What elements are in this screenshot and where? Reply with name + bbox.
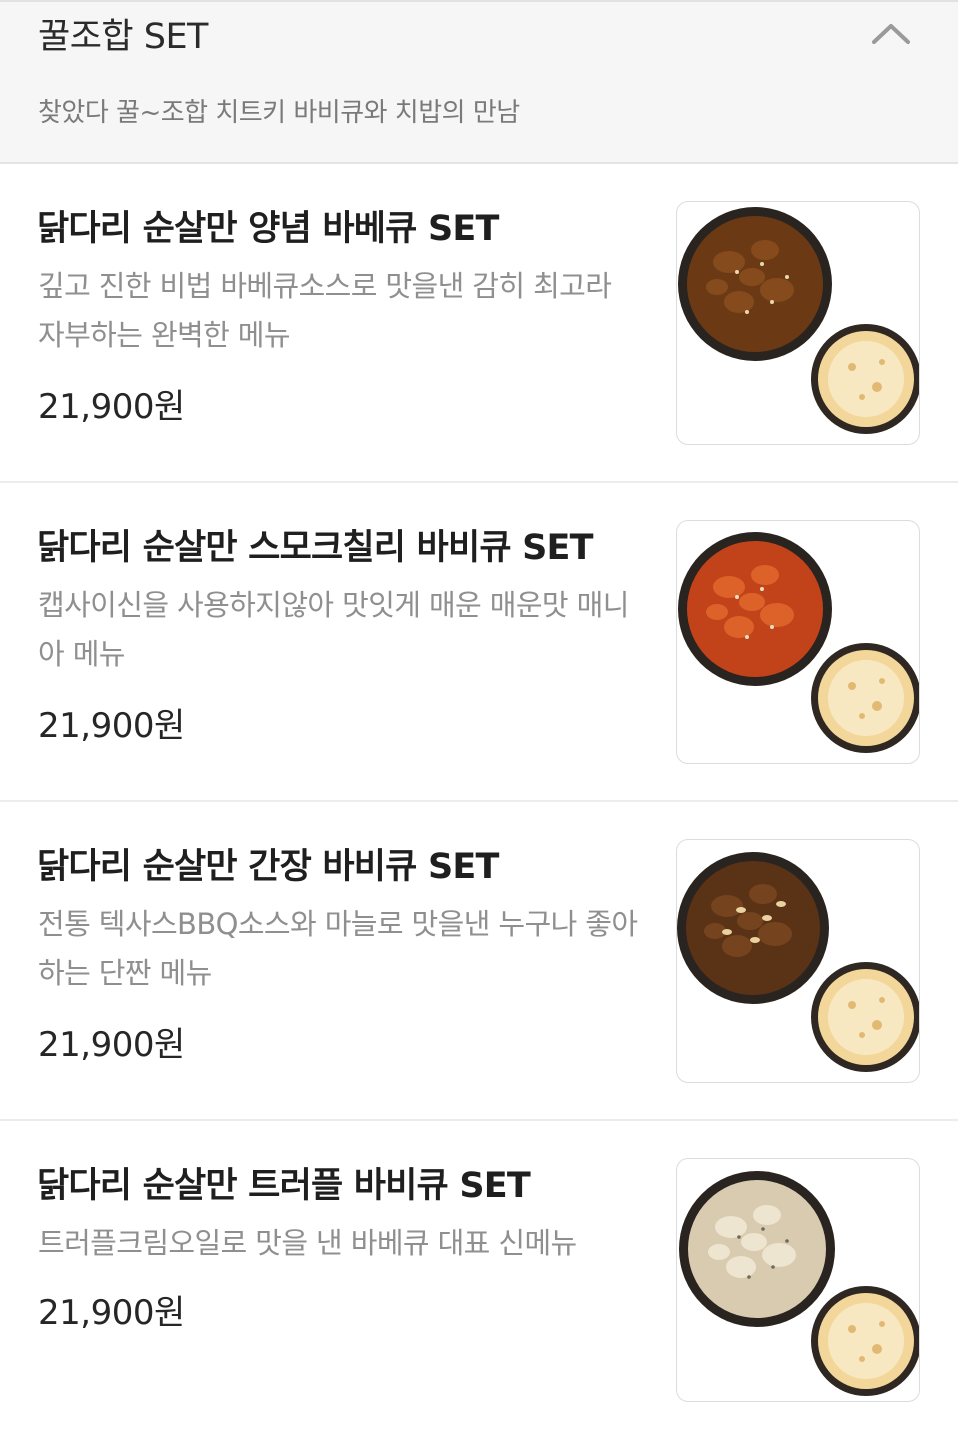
section-title: 꿀조합 SET	[38, 17, 208, 57]
menu-item-photo[interactable]	[676, 839, 920, 1083]
menu-item-name: 닭다리 순살만 양념 바베큐 SET	[37, 209, 499, 249]
menu-item-photo[interactable]	[676, 520, 920, 764]
menu-item-name: 닭다리 순살만 스모크칠리 바비큐 SET	[37, 528, 594, 568]
menu-list: 닭다리 순살만 양념 바베큐 SET 깊고 진한 비법 바베큐소스로 맛을낸 감…	[0, 164, 958, 1440]
menu-item[interactable]: 닭다리 순살만 트러플 바비큐 SET 트러플크림오일로 맛을 낸 바베큐 대표…	[0, 1121, 958, 1440]
menu-item-description: 캡사이신을 사용하지않아 맛잇게 매운 매운맛 매니아 메뉴	[38, 588, 629, 671]
menu-item[interactable]: 닭다리 순살만 간장 바비큐 SET 전통 텍사스BBQ소스와 마늘로 맛을낸 …	[0, 802, 958, 1121]
menu-item-name: 닭다리 순살만 간장 바비큐 SET	[37, 847, 499, 887]
menu-item-description: 트러플크림오일로 맛을 낸 바베큐 대표 신메뉴	[38, 1226, 577, 1260]
menu-item[interactable]: 닭다리 순살만 스모크칠리 바비큐 SET 캡사이신을 사용하지않아 맛잇게 매…	[0, 483, 958, 802]
menu-item-price: 21,900원	[38, 706, 185, 746]
menu-item-price: 21,900원	[38, 387, 185, 427]
section-header[interactable]: 꿀조합 SET 찾았다 꿀~조합 치트키 바비큐와 치밥의 만남	[0, 0, 958, 164]
menu-item-description: 깊고 진한 비법 바베큐소스로 맛을낸 감히 최고라 자부하는 완벽한 메뉴	[38, 269, 612, 352]
chevron-up-icon[interactable]	[868, 16, 914, 52]
menu-item-price: 21,900원	[38, 1293, 185, 1333]
menu-item[interactable]: 닭다리 순살만 양념 바베큐 SET 깊고 진한 비법 바베큐소스로 맛을낸 감…	[0, 164, 958, 483]
menu-item-photo[interactable]	[676, 201, 920, 445]
menu-item-price: 21,900원	[38, 1025, 185, 1065]
menu-item-photo[interactable]	[676, 1158, 920, 1402]
section-subtitle: 찾았다 꿀~조합 치트키 바비큐와 치밥의 만남	[38, 98, 520, 128]
menu-item-description: 전통 텍사스BBQ소스와 마늘로 맛을낸 누구나 좋아하는 단짠 메뉴	[38, 907, 638, 990]
menu-item-name: 닭다리 순살만 트러플 바비큐 SET	[37, 1166, 531, 1206]
